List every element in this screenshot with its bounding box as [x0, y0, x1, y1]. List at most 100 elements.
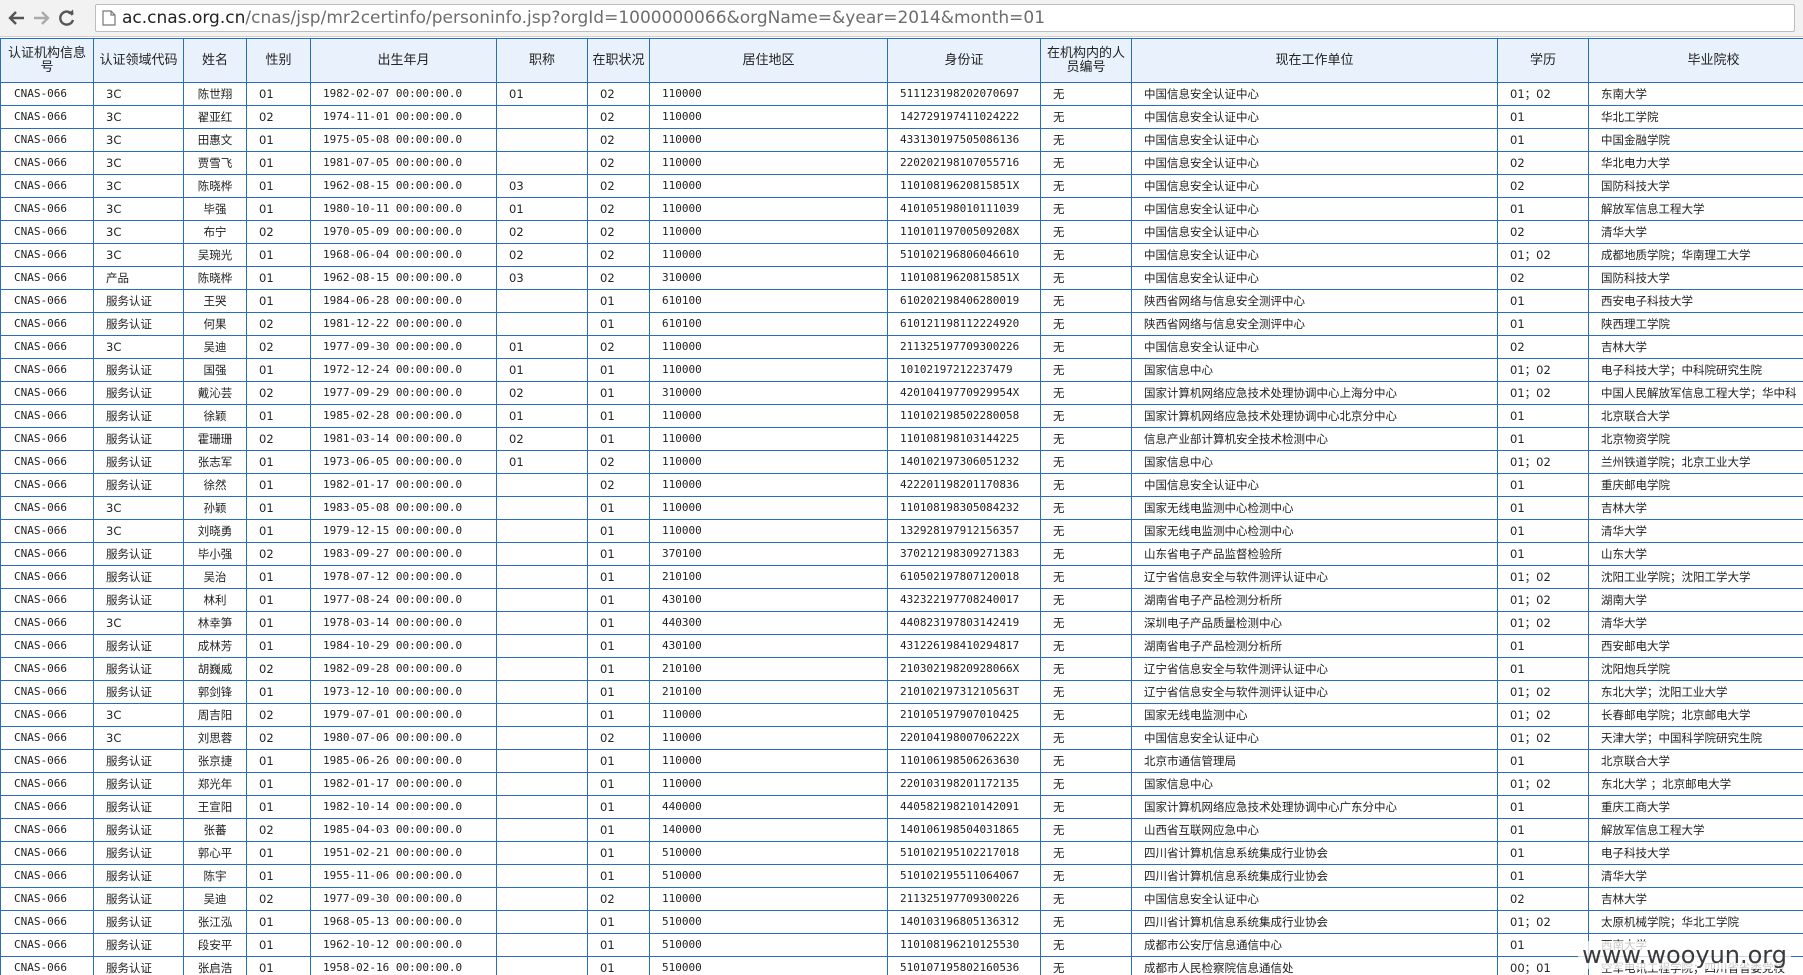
- cell-birth: 1970-05-09 00:00:00.0: [310, 220, 497, 244]
- cell-name: 田惠文: [183, 128, 247, 152]
- cell-education: 01: [1497, 427, 1589, 451]
- cell-gender: 01: [246, 358, 311, 382]
- cell-id-card: 220103198201172135: [887, 772, 1041, 796]
- cell-residence: 110000: [649, 220, 888, 244]
- cell-education: 02: [1497, 151, 1589, 175]
- cell-title: [496, 864, 588, 888]
- cell-title: [496, 289, 588, 313]
- cell-name: 吴治: [183, 565, 247, 589]
- cell-birth: 1977-09-29 00:00:00.0: [310, 381, 497, 405]
- cell-employment: 02: [587, 174, 650, 198]
- cell-workplace: 中国信息安全认证中心: [1131, 105, 1498, 129]
- cell-title: [496, 565, 588, 589]
- cell-school: 解放军信息工程大学: [1588, 818, 1803, 842]
- cell-workplace: 国家无线电监测中心检测中心: [1131, 496, 1498, 520]
- cell-birth: 1982-02-07 00:00:00.0: [310, 82, 497, 106]
- cell-staff-no: 无: [1040, 266, 1132, 290]
- cell-title: [496, 887, 588, 911]
- cell-education: 01；02: [1497, 726, 1589, 750]
- cell-school: 吉林大学: [1588, 496, 1803, 520]
- cell-school: 清华大学: [1588, 519, 1803, 543]
- cell-school: 沈阳工业学院；沈阳工学大学: [1588, 565, 1803, 589]
- cell-name: 张蕃: [183, 818, 247, 842]
- cell-birth: 1962-08-15 00:00:00.0: [310, 266, 497, 290]
- cell-workplace: 辽宁省信息安全与软件测评认证中心: [1131, 680, 1498, 704]
- back-button[interactable]: [4, 5, 30, 31]
- cell-school: 电子科技大学: [1588, 841, 1803, 865]
- cell-birth: 1980-07-06 00:00:00.0: [310, 726, 497, 750]
- cell-gender: 02: [246, 335, 311, 359]
- cell-title: [496, 473, 588, 497]
- table-row: CNAS-066 服务认证 陈宇 01 1955-11-06 00:00:00.0 01 5…: [0, 864, 1803, 888]
- url-text: ac.cnas.org.cn/cnas/jsp/mr2certinfo/pers…: [122, 8, 1045, 28]
- cell-id-card: 610121198112224920: [887, 312, 1041, 336]
- cell-title: [496, 933, 588, 957]
- cell-staff-no: 无: [1040, 151, 1132, 175]
- reload-button[interactable]: [54, 5, 80, 31]
- cell-name: 戴沁芸: [183, 381, 247, 405]
- cell-title: 01: [496, 82, 588, 106]
- header-workplace: 现在工作单位: [1131, 38, 1498, 83]
- table-row: CNAS-066 服务认证 张志军 01 1973-06-05 00:00:00.0 01…: [0, 450, 1803, 474]
- cell-field-code: 3C: [93, 82, 184, 106]
- cell-title: [496, 910, 588, 934]
- cell-residence: 310000: [649, 381, 888, 405]
- table-row: CNAS-066 3C 吴琬光 01 1968-06-04 00:00:00.0 02 02…: [0, 243, 1803, 267]
- cell-org-code: CNAS-066: [0, 864, 94, 888]
- cell-workplace: 中国信息安全认证中心: [1131, 266, 1498, 290]
- forward-button[interactable]: [28, 5, 54, 31]
- cell-id-card: 11010819620815851X: [887, 266, 1041, 290]
- cell-gender: 01: [246, 450, 311, 474]
- cell-workplace: 陕西省网络与信息安全测评中心: [1131, 312, 1498, 336]
- cell-school: 天津大学；中国科学院研究生院: [1588, 726, 1803, 750]
- cell-org-code: CNAS-066: [0, 473, 94, 497]
- cell-workplace: 中国信息安全认证中心: [1131, 335, 1498, 359]
- cell-name: 霍珊珊: [183, 427, 247, 451]
- cell-school: 长春邮电学院；北京邮电大学: [1588, 703, 1803, 727]
- cell-education: 01；02: [1497, 381, 1589, 405]
- cell-gender: 02: [246, 657, 311, 681]
- cell-staff-no: 无: [1040, 910, 1132, 934]
- table-row: CNAS-066 服务认证 张江泓 01 1968-05-13 00:00:00.0 01…: [0, 910, 1803, 934]
- cell-workplace: 深圳电子产品质量检测中心: [1131, 611, 1498, 635]
- cell-title: [496, 151, 588, 175]
- table-row: CNAS-066 产品 陈晓桦 01 1962-08-15 00:00:00.0 03 02…: [0, 266, 1803, 290]
- cell-employment: 02: [587, 128, 650, 152]
- cell-birth: 1968-06-04 00:00:00.0: [310, 243, 497, 267]
- cell-field-code: 服务认证: [93, 450, 184, 474]
- header-birth: 出生年月: [310, 38, 497, 83]
- cell-residence: 510000: [649, 956, 888, 975]
- table-row: CNAS-066 服务认证 郭心平 01 1951-02-21 00:00:00.0 01…: [0, 841, 1803, 865]
- cell-org-code: CNAS-066: [0, 588, 94, 612]
- cell-staff-no: 无: [1040, 358, 1132, 382]
- cell-org-code: CNAS-066: [0, 197, 94, 221]
- cell-residence: 110000: [649, 335, 888, 359]
- cell-employment: 01: [587, 795, 650, 819]
- address-bar[interactable]: ac.cnas.org.cn/cnas/jsp/mr2certinfo/pers…: [95, 4, 1795, 32]
- cell-workplace: 中国信息安全认证中心: [1131, 887, 1498, 911]
- cell-education: 02: [1497, 335, 1589, 359]
- cell-staff-no: 无: [1040, 726, 1132, 750]
- cell-id-card: 42010419770929954X: [887, 381, 1041, 405]
- table-row: CNAS-066 服务认证 徐然 01 1982-01-17 00:00:00.0 02 1…: [0, 473, 1803, 497]
- cell-workplace: 辽宁省信息安全与软件测评认证中心: [1131, 565, 1498, 589]
- cell-gender: 01: [246, 634, 311, 658]
- cell-name: 郭心平: [183, 841, 247, 865]
- cell-org-code: CNAS-066: [0, 519, 94, 543]
- table-row: CNAS-066 3C 田惠文 01 1975-05-08 00:00:00.0 02 11…: [0, 128, 1803, 152]
- cell-id-card: 140106198504031865: [887, 818, 1041, 842]
- cell-org-code: CNAS-066: [0, 243, 94, 267]
- cell-id-card: 132928197912156357: [887, 519, 1041, 543]
- cell-workplace: 山西省互联网应急中心: [1131, 818, 1498, 842]
- cell-name: 翟亚红: [183, 105, 247, 129]
- cell-field-code: 服务认证: [93, 933, 184, 957]
- cell-education: 01: [1497, 312, 1589, 336]
- cell-birth: 1958-02-16 00:00:00.0: [310, 956, 497, 975]
- cell-workplace: 国家信息中心: [1131, 450, 1498, 474]
- cell-name: 陈世翔: [183, 82, 247, 106]
- cell-workplace: 中国信息安全认证中心: [1131, 151, 1498, 175]
- cell-employment: 02: [587, 151, 650, 175]
- page-icon: [102, 10, 116, 26]
- table-row: CNAS-066 3C 孙颖 01 1983-05-08 00:00:00.0 01 110…: [0, 496, 1803, 520]
- cell-title: 01: [496, 450, 588, 474]
